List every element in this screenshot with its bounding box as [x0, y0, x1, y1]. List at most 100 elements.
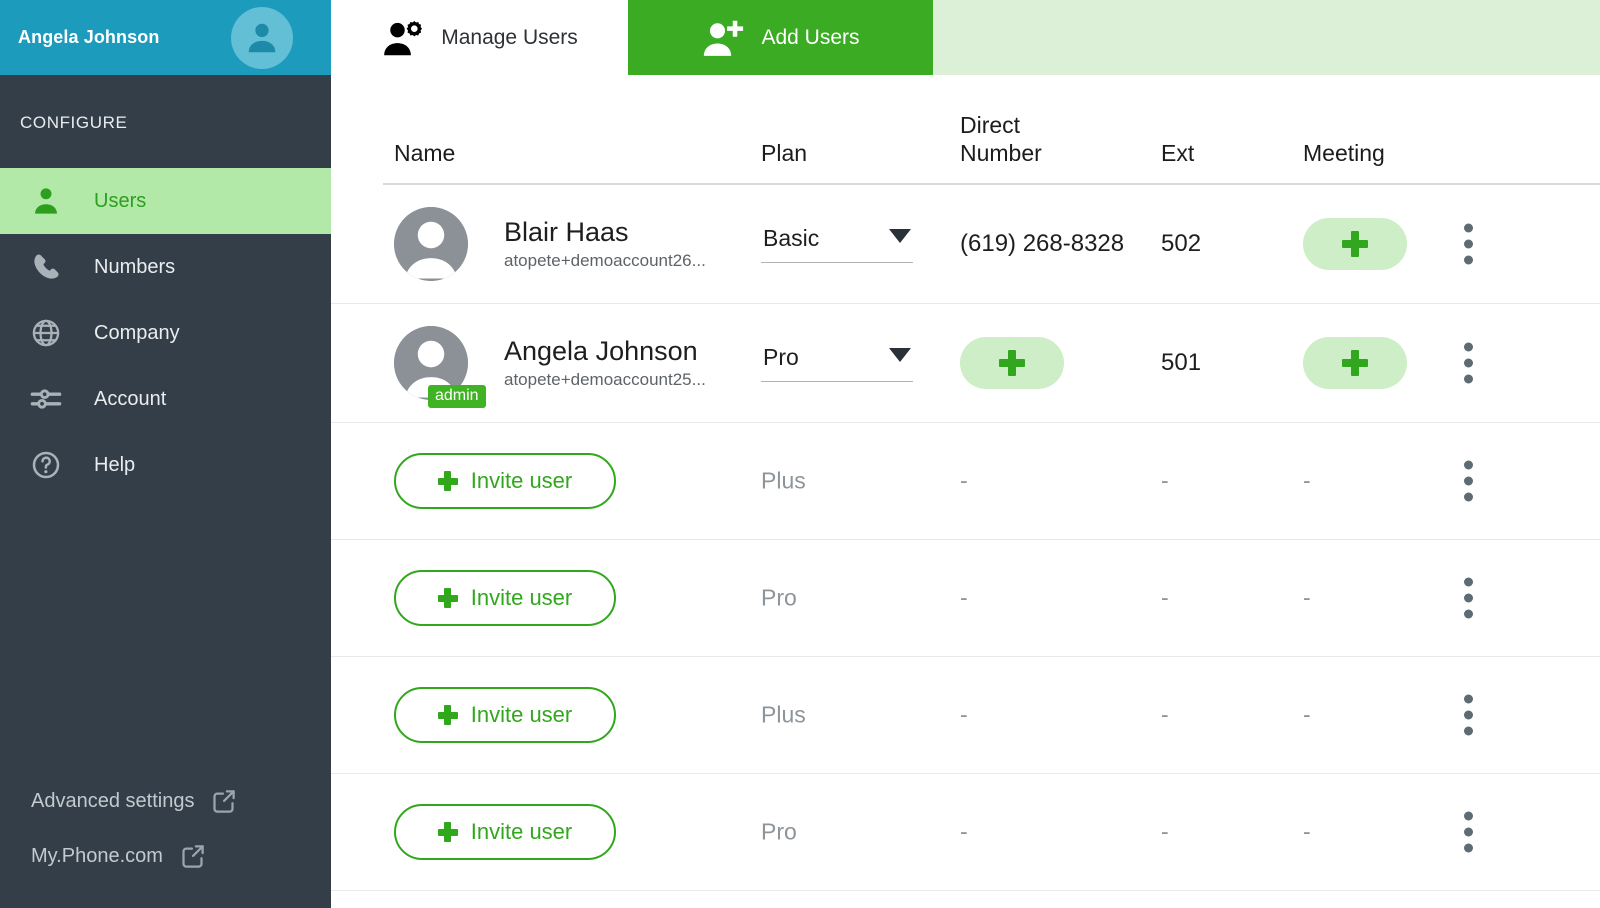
invite-user-label: Invite user — [470, 468, 573, 493]
tab-add-users[interactable]: Add Users — [628, 0, 933, 75]
direct-number-cell: (619) 268-8328 — [960, 230, 1124, 258]
direct-number-value: - — [960, 818, 968, 845]
plus-icon — [437, 588, 458, 608]
user-name-cell: Blair Haas atopete+demoaccount26... — [394, 207, 706, 281]
sidebar-item-numbers[interactable]: Numbers — [0, 234, 331, 300]
plan-select[interactable]: Pro — [761, 344, 913, 382]
kebab-menu-icon[interactable] — [1464, 694, 1473, 736]
sidebar-item-label: Company — [94, 321, 180, 344]
direct-number-value: - — [960, 467, 968, 494]
user-avatar-icon[interactable] — [231, 6, 293, 69]
column-header-direct-number-line1: Direct — [960, 111, 1021, 138]
kebab-menu-icon[interactable] — [1464, 811, 1473, 853]
meeting-cell: - — [1303, 819, 1311, 846]
invite-user-label: Invite user — [470, 819, 573, 844]
plan-value: Plus — [761, 467, 806, 494]
sidebar-link-advanced-settings[interactable]: Advanced settings — [0, 774, 331, 829]
sidebar-link-my-phone-com[interactable]: My.Phone.com — [0, 829, 331, 884]
tab-bar: Manage Users Add Users — [331, 0, 1600, 75]
user-table-body: Blair Haas atopete+demoaccount26... Basic (… — [331, 185, 1600, 891]
tab-label: Add Users — [761, 25, 860, 49]
kebab-menu-icon[interactable] — [1464, 460, 1473, 502]
invite-user-label: Invite user — [470, 585, 573, 610]
sidebar-account-name: Angela Johnson — [18, 27, 160, 47]
plan-value: Pro — [763, 344, 799, 370]
row-menu-cell — [1464, 694, 1473, 736]
table-header-row: Name Plan Direct Number Ext Meeting — [331, 75, 1600, 185]
meeting-cell: - — [1303, 702, 1311, 729]
sidebar-bottom-links: Advanced settings My.Phone.com — [0, 774, 331, 884]
sidebar-user-header[interactable]: Angela Johnson — [0, 0, 331, 75]
ext-value: - — [1161, 818, 1169, 845]
add-user-icon — [701, 19, 745, 57]
sidebar-item-account[interactable]: Account — [0, 366, 331, 432]
invite-user-button[interactable]: Invite user — [394, 804, 616, 860]
user-name: Blair Haas — [504, 216, 629, 247]
direct-number-value: - — [960, 584, 968, 611]
row-menu-cell — [1464, 577, 1473, 619]
invite-user-button[interactable]: Invite user — [394, 687, 616, 743]
meeting-cell — [1303, 218, 1407, 270]
table-row: Blair Haas atopete+demoaccount26... Basic (… — [331, 185, 1600, 304]
sidebar-item-company[interactable]: Company — [0, 300, 331, 366]
meeting-cell: - — [1303, 585, 1311, 612]
plan-cell: Pro — [761, 344, 913, 382]
plus-icon — [437, 705, 458, 725]
ext-cell: - — [1161, 585, 1169, 612]
sidebar-item-label: Help — [94, 453, 136, 476]
user-name-cell: admin Angela Johnson atopete+demoaccount25… — [394, 326, 706, 408]
sidebar-nav: Users Numbers Company Account Help — [0, 168, 331, 498]
invite-cell: Invite user — [394, 453, 616, 509]
ext-value: 502 — [1161, 230, 1202, 257]
direct-number-cell: - — [960, 585, 968, 612]
app-root: Angela Johnson CONFIGURE Users Numbers C… — [0, 0, 1600, 908]
status-badge: admin — [428, 385, 486, 408]
add-button[interactable] — [1303, 337, 1407, 389]
plus-icon — [437, 471, 458, 491]
plan-cell: Pro — [761, 585, 797, 612]
direct-number-cell — [960, 337, 1064, 389]
plan-cell: Plus — [761, 702, 806, 729]
add-button[interactable] — [1303, 218, 1407, 270]
invite-user-button[interactable]: Invite user — [394, 570, 616, 626]
column-header-meeting: Meeting — [1303, 139, 1385, 166]
invite-user-button[interactable]: Invite user — [394, 453, 616, 509]
plan-cell: Pro — [761, 819, 797, 846]
sidebar: Angela Johnson CONFIGURE Users Numbers C… — [0, 0, 331, 908]
tab-bar-filler — [933, 0, 1600, 75]
ext-value: - — [1161, 701, 1169, 728]
plan-select[interactable]: Basic — [761, 225, 913, 263]
kebab-menu-icon[interactable] — [1464, 577, 1473, 619]
kebab-menu-icon[interactable] — [1464, 223, 1473, 265]
plus-icon — [999, 350, 1025, 376]
invite-cell: Invite user — [394, 570, 616, 626]
row-menu-cell — [1464, 342, 1473, 384]
avatar-wrap — [394, 207, 468, 281]
plan-value: Basic — [763, 225, 820, 251]
table-row: admin Angela Johnson atopete+demoaccount25… — [331, 304, 1600, 423]
chevron-down-icon — [889, 347, 911, 362]
tab-manage-users[interactable]: Manage Users — [331, 0, 628, 75]
invite-cell: Invite user — [394, 804, 616, 860]
sidebar-item-users[interactable]: Users — [0, 168, 331, 234]
user-icon — [30, 185, 80, 217]
external-link-icon — [179, 843, 206, 870]
question-circle-icon — [30, 449, 80, 481]
add-button[interactable] — [960, 337, 1064, 389]
invite-cell: Invite user — [394, 687, 616, 743]
table-row: Invite user Pro - - - — [331, 774, 1600, 891]
meeting-cell — [1303, 337, 1407, 389]
ext-value: 501 — [1161, 349, 1202, 376]
sidebar-link-label: Advanced settings — [31, 790, 195, 812]
plan-value: Pro — [761, 584, 797, 611]
row-menu-cell — [1464, 811, 1473, 853]
meeting-cell: - — [1303, 468, 1311, 495]
direct-number-cell: - — [960, 702, 968, 729]
ext-cell: 501 — [1161, 349, 1201, 377]
plan-cell: Basic — [761, 225, 913, 263]
user-identity: Blair Haas atopete+demoaccount26... — [504, 217, 706, 271]
kebab-menu-icon[interactable] — [1464, 342, 1473, 384]
sidebar-item-help[interactable]: Help — [0, 432, 331, 498]
ext-cell: - — [1161, 819, 1169, 846]
plan-value: Pro — [761, 818, 797, 845]
